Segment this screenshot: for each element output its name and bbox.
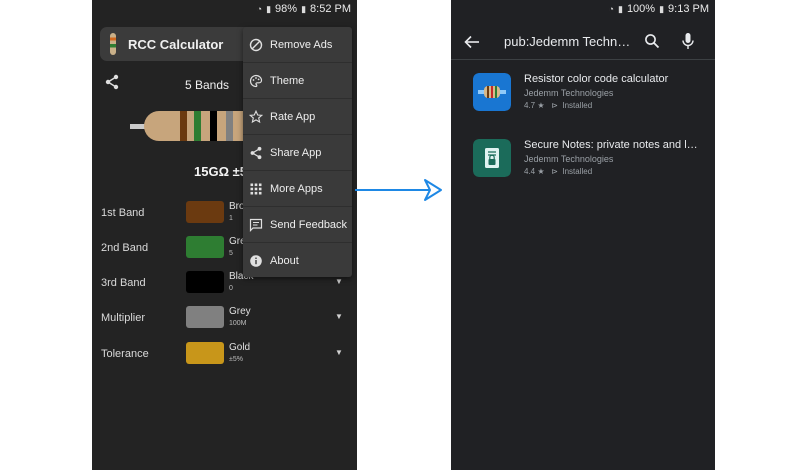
app-meta: 4.4 ★ ⊳ Installed — [524, 167, 592, 176]
share-icon[interactable] — [104, 74, 120, 90]
app-meta: 4.7 ★ ⊳ Installed — [524, 101, 592, 110]
search-bar: pub:Jedemm Technologies — [451, 27, 715, 59]
dropdown-arrow-icon[interactable]: ▼ — [335, 348, 343, 357]
resistor-app-icon — [473, 73, 511, 111]
color-swatch[interactable] — [186, 342, 224, 364]
band-value: ±5% — [229, 356, 243, 363]
app-rating: 4.4 ★ — [524, 167, 545, 176]
clock: 8:52 PM — [310, 3, 351, 15]
resistor-band-1 — [180, 111, 187, 141]
signal-icon: ▮ — [266, 3, 272, 14]
feedback-icon — [249, 218, 263, 232]
app-rating: 4.7 ★ — [524, 101, 545, 110]
resistor-logo-icon — [110, 33, 116, 55]
search-input[interactable]: pub:Jedemm Technologies — [504, 34, 636, 49]
color-swatch[interactable] — [186, 306, 224, 328]
band-label: 1st Band — [101, 207, 145, 219]
search-icon[interactable] — [644, 33, 660, 49]
color-swatch[interactable] — [186, 201, 224, 223]
menu-item-share-app[interactable]: Share App — [243, 135, 352, 171]
share-icon — [250, 146, 262, 159]
band-value: 1 — [229, 215, 233, 222]
menu-label: More Apps — [270, 182, 323, 195]
app-title: Secure Notes: private notes and lists — [524, 139, 700, 151]
battery-level: 98% — [275, 3, 298, 15]
band-value: 5 — [229, 250, 233, 257]
color-swatch[interactable] — [186, 271, 224, 293]
resistance-result: 15GΩ ±5 — [194, 164, 247, 179]
palette-icon — [249, 74, 263, 87]
wifi-icon: ◔ — [256, 4, 263, 14]
band-row-tolerance[interactable]: Tolerance Gold ±5% ▼ — [92, 342, 357, 366]
resistor-band-4 — [226, 111, 233, 141]
wifi-icon: ◔ — [608, 4, 614, 14]
band-label: Tolerance — [101, 348, 149, 360]
block-icon — [249, 38, 263, 51]
resistor-band-2 — [194, 111, 201, 141]
menu-label: Share App — [270, 146, 322, 159]
battery-icon: ▮ — [659, 3, 665, 14]
menu-item-send-feedback[interactable]: Send Feedback — [243, 207, 352, 243]
app-developer: Jedemm Technologies — [524, 88, 614, 98]
status-bar: ◔ ▮ 98% ▮ 8:52 PM — [92, 0, 357, 18]
apps-grid-icon — [250, 183, 262, 194]
signal-icon: ▮ — [617, 3, 623, 14]
menu-label: About — [270, 255, 299, 267]
battery-level: 100% — [626, 3, 656, 15]
band-color-name: Grey — [229, 306, 251, 317]
status-bar: ◔ ▮ 100% ▮ 9:13 PM — [451, 0, 715, 18]
app-title: Resistor color code calculator — [524, 73, 669, 85]
menu-label: Rate App — [270, 110, 316, 123]
installed-icon: ⊳ — [551, 167, 558, 176]
menu-label: Send Feedback — [270, 218, 348, 231]
menu-label: Theme — [270, 74, 305, 87]
app-result-resistor[interactable]: Resistor color code calculator Jedemm Te… — [451, 73, 715, 123]
dropdown-arrow-icon[interactable]: ▼ — [335, 312, 343, 321]
menu-item-remove-ads[interactable]: Remove Ads — [243, 27, 352, 63]
band-value: 100M — [229, 320, 247, 327]
install-status: Installed — [562, 101, 593, 110]
app-title: RCC Calculator — [128, 36, 224, 52]
back-arrow-icon[interactable] — [463, 33, 481, 51]
overflow-menu: Remove Ads Theme Rate App Share App More… — [243, 27, 352, 277]
app-result-secure-notes[interactable]: Secure Notes: private notes and lists Je… — [451, 139, 715, 189]
band-value: 0 — [229, 285, 233, 292]
navigation-arrow-icon — [355, 179, 442, 201]
band-label: 3rd Band — [101, 277, 146, 289]
star-icon — [249, 109, 263, 123]
install-status: Installed — [562, 167, 593, 176]
installed-icon: ⊳ — [551, 101, 558, 110]
color-swatch[interactable] — [186, 236, 224, 258]
band-row-multiplier[interactable]: Multiplier Grey 100M ▼ — [92, 306, 357, 330]
menu-item-about[interactable]: About — [243, 243, 352, 279]
bands-count-selector[interactable]: 5 Bands — [185, 78, 229, 92]
band-label: 2nd Band — [101, 242, 149, 254]
menu-label: Remove Ads — [270, 38, 333, 51]
app-developer: Jedemm Technologies — [524, 154, 614, 164]
band-color-name: Gold — [229, 342, 251, 353]
secure-notes-app-icon — [473, 139, 511, 177]
menu-item-theme[interactable]: Theme — [243, 63, 352, 99]
clock: 9:13 PM — [668, 3, 709, 15]
band-label: Multiplier — [101, 312, 146, 324]
rcc-calculator-screen: ◔ ▮ 98% ▮ 8:52 PM RCC Calculator 5 Bands… — [92, 0, 357, 470]
resistor-band-3 — [210, 111, 217, 141]
divider — [451, 59, 715, 60]
battery-icon: ▮ — [301, 3, 307, 14]
play-store-screen: ◔ ▮ 100% ▮ 9:13 PM pub:Jedemm Technologi… — [451, 0, 715, 470]
menu-item-rate-app[interactable]: Rate App — [243, 99, 352, 135]
info-icon — [250, 255, 262, 267]
menu-item-more-apps[interactable]: More Apps — [243, 171, 352, 207]
microphone-icon[interactable] — [681, 32, 695, 50]
